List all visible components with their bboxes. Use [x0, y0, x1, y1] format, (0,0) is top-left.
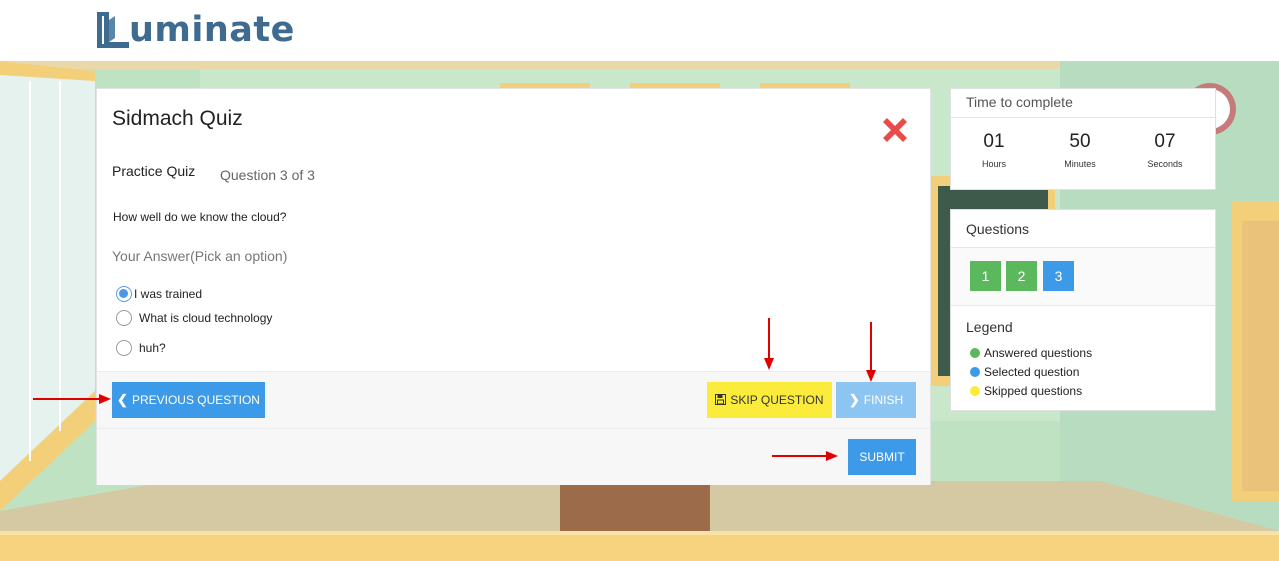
skipped-dot-icon [970, 386, 980, 396]
legend-item-skipped: Skipped questions [970, 384, 1082, 398]
legend-label: Answered questions [984, 346, 1093, 360]
quiz-title: Sidmach Quiz [112, 107, 243, 130]
radio-button[interactable] [116, 310, 132, 326]
hours-value: 01 [983, 131, 1005, 152]
question-navigator: 1 2 3 [951, 248, 1215, 305]
timer-seconds: 07 Seconds [1135, 131, 1195, 169]
quiz-card: Sidmach Quiz Practice Quiz Question 3 of… [96, 88, 931, 485]
logo-text: uminate [129, 9, 295, 50]
timer-title: Time to complete [966, 94, 1073, 110]
question-nav-button-3[interactable]: 3 [1043, 261, 1074, 291]
top-bar: uminate [0, 0, 1279, 61]
question-nav-button-1[interactable]: 1 [970, 261, 1001, 291]
submit-button[interactable]: SUBMIT [848, 439, 916, 475]
timer-hours: 01 Hours [964, 131, 1024, 169]
close-quiz-button[interactable] [878, 113, 912, 147]
option-radio-1[interactable]: What is cloud technology [116, 310, 272, 326]
option-label: huh? [139, 341, 166, 355]
timer-minutes: 50 Minutes [1050, 131, 1110, 169]
selected-dot-icon [970, 367, 980, 377]
answer-prompt: Your Answer(Pick an option) [112, 248, 287, 264]
answer-hint: (Pick an option) [190, 248, 288, 264]
radio-button-selected[interactable] [116, 286, 132, 302]
option-radio-0[interactable]: I was trained [116, 286, 202, 302]
legend-label: Selected question [984, 365, 1080, 379]
quiz-type-label: Practice Quiz [112, 163, 196, 179]
timer-panel: Time to complete 01 Hours 50 Minutes 07 … [950, 88, 1216, 190]
minutes-value: 50 [1069, 131, 1091, 152]
logo-mark-icon [95, 10, 131, 50]
question-nav-button-2[interactable]: 2 [1006, 261, 1037, 291]
previous-question-label: PREVIOUS QUESTION [131, 393, 260, 407]
finish-label: FINISH [863, 393, 904, 407]
question-text: How well do we know the cloud? [113, 210, 287, 224]
skip-question-label: SKIP QUESTION [730, 393, 824, 407]
legend-item-selected: Selected question [970, 365, 1079, 379]
option-label: I was trained [134, 287, 203, 301]
submit-label: SUBMIT [859, 450, 905, 464]
finish-button[interactable]: ❯ FINISH [836, 382, 916, 418]
annotation-arrow-icon [764, 318, 774, 370]
questions-panel: Questions 1 2 3 Legend Answered question… [950, 209, 1216, 411]
chevron-left-icon: ❮ [117, 392, 128, 407]
question-progress: Question 3 of 3 [220, 167, 315, 183]
previous-question-button[interactable]: ❮ PREVIOUS QUESTION [112, 382, 265, 418]
annotation-arrow-icon [33, 394, 111, 404]
option-radio-2[interactable]: huh? [116, 340, 166, 356]
legend-title: Legend [966, 319, 1013, 335]
seconds-value: 07 [1154, 131, 1176, 152]
divider [951, 305, 1215, 306]
annotation-arrow-icon [772, 451, 838, 461]
answer-prompt-label: Your Answer [112, 248, 191, 264]
skip-question-button[interactable]: SKIP QUESTION [707, 382, 832, 418]
annotation-arrow-icon [866, 322, 876, 382]
option-label: What is cloud technology [139, 311, 273, 325]
legend-item-answered: Answered questions [970, 346, 1092, 360]
brand-logo[interactable]: uminate [95, 8, 295, 52]
answered-dot-icon [970, 348, 980, 358]
quiz-actions-bar: ❮ PREVIOUS QUESTION SKIP QUESTION ❯ FINI… [97, 371, 930, 428]
legend-label: Skipped questions [984, 384, 1083, 398]
chevron-right-icon: ❯ [848, 392, 860, 407]
save-icon [715, 393, 727, 408]
divider [951, 117, 1215, 118]
minutes-label: Minutes [1064, 159, 1096, 169]
seconds-label: Seconds [1147, 159, 1183, 169]
questions-title: Questions [966, 221, 1030, 237]
hours-label: Hours [981, 159, 1006, 169]
close-icon [883, 118, 907, 142]
radio-button[interactable] [116, 340, 132, 356]
